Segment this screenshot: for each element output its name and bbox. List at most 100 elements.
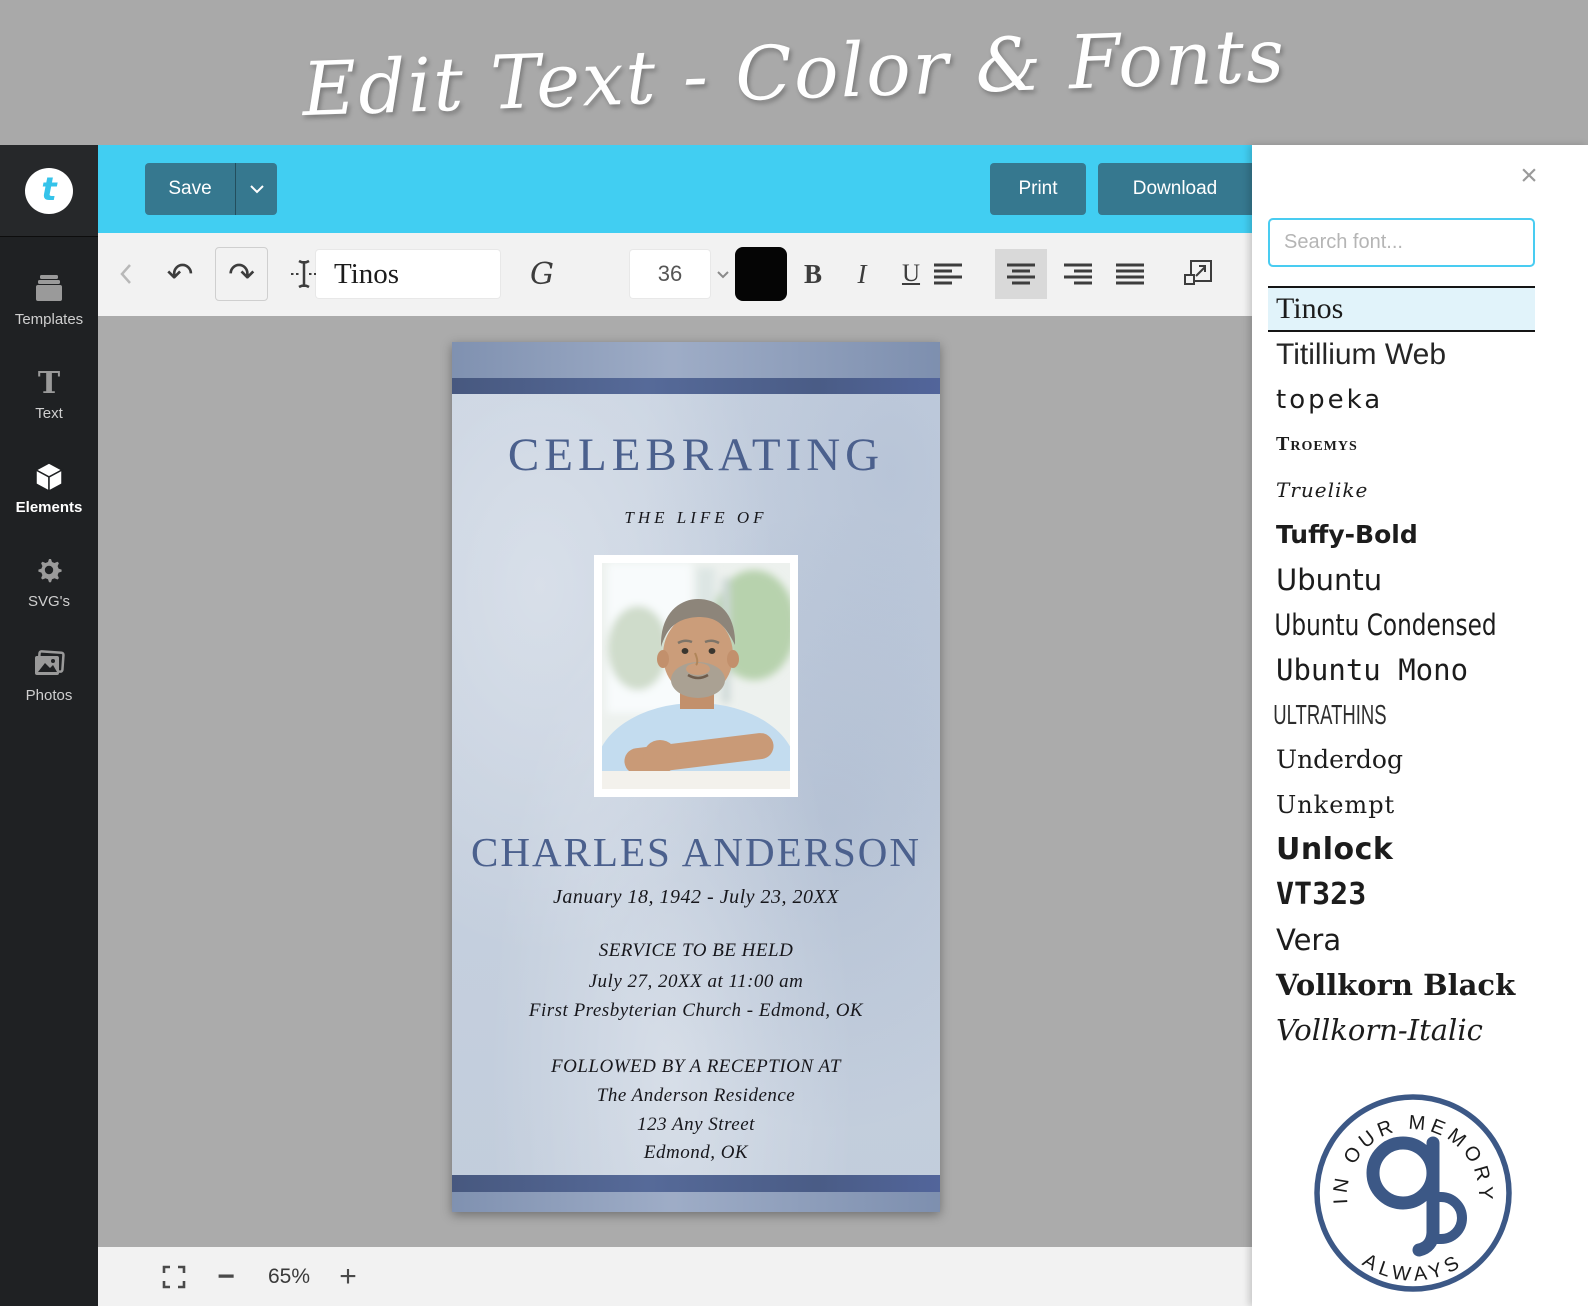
font-list-item-selected[interactable]: Tinos: [1268, 286, 1535, 332]
font-list-item[interactable]: Ubuntu Condensed: [1268, 602, 1496, 647]
main-toolbar: Save Print Download: [98, 145, 1252, 233]
font-list-item[interactable]: Vollkorn-Italic: [1268, 1007, 1535, 1052]
sidebar-item-label: Text: [35, 405, 63, 422]
text-icon: T: [37, 366, 61, 401]
sidebar-item-svgs[interactable]: SVG's: [0, 555, 98, 610]
gear-icon: [0, 555, 98, 589]
card-reception-title[interactable]: FOLLOWED BY A RECEPTION AT: [452, 1056, 940, 1078]
font-list-item[interactable]: Vera: [1268, 917, 1535, 962]
align-justify-button[interactable]: [1108, 249, 1152, 299]
font-style-glyph-icon: G: [530, 256, 554, 292]
sidebar-item-label: Templates: [14, 311, 84, 328]
chevron-down-icon: [249, 185, 264, 194]
font-size-input[interactable]: 36: [630, 250, 710, 298]
sidebar-item-text[interactable]: T Text: [0, 366, 98, 423]
font-list-item[interactable]: Truelike: [1268, 467, 1535, 512]
design-canvas[interactable]: CELEBRATING THE LIFE OF CHARLES ANDERSON…: [98, 316, 1252, 1247]
card-reception-street[interactable]: 123 Any Street: [452, 1114, 940, 1136]
font-list-item[interactable]: ULTRATHINS: [1268, 692, 1444, 737]
collapse-left-button[interactable]: [108, 250, 144, 298]
sidebar-item-photos[interactable]: Photos: [0, 649, 98, 704]
zoom-level-label: 65%: [267, 1264, 311, 1288]
photos-icon: [0, 649, 98, 683]
sidebar-item-label: Photos: [25, 687, 73, 704]
align-center-button[interactable]: [995, 249, 1047, 299]
font-family-input[interactable]: Tinos: [316, 250, 500, 298]
card-bottom-band: [452, 1192, 940, 1212]
close-icon: ×: [1520, 159, 1538, 192]
banner-title: Edit Text - Color & Fonts: [300, 12, 1288, 133]
man-portrait-illustration: [602, 563, 790, 789]
font-list-item[interactable]: Tuffy-Bold: [1268, 512, 1535, 557]
text-color-swatch[interactable]: [735, 247, 787, 301]
font-panel: × Tinos Titillium Web topeka Troemys Tru…: [1252, 145, 1588, 1306]
cube-icon: [0, 461, 98, 495]
font-list-item[interactable]: Troemys: [1268, 422, 1535, 467]
zoom-in-button[interactable]: +: [330, 1247, 366, 1306]
redo-icon: ↷: [228, 256, 255, 292]
italic-button[interactable]: I: [840, 252, 884, 296]
zoom-bar: − 65% +: [98, 1247, 1252, 1306]
save-button-group: Save: [145, 163, 277, 215]
card-top-band: [452, 342, 940, 378]
text-cursor-icon: [291, 259, 317, 289]
card-service-time[interactable]: July 27, 20XX at 11:00 am: [452, 971, 940, 993]
save-dropdown-button[interactable]: [236, 184, 277, 194]
font-list-item[interactable]: Titillium Web: [1268, 332, 1535, 377]
templates-icon: [0, 273, 98, 307]
top-banner: Edit Text - Color & Fonts: [0, 0, 1588, 145]
download-button[interactable]: Download: [1098, 163, 1252, 215]
card-reception-place[interactable]: The Anderson Residence: [452, 1085, 940, 1107]
font-list-item[interactable]: Ubuntu Mono: [1268, 647, 1535, 692]
font-list-item[interactable]: Unkempt: [1268, 782, 1535, 827]
bold-button[interactable]: B: [791, 252, 835, 296]
save-button[interactable]: Save: [145, 178, 235, 200]
card-service-title[interactable]: SERVICE TO BE HELD: [452, 940, 940, 962]
chevron-left-icon: [120, 264, 131, 284]
font-list-item[interactable]: Unlock: [1268, 827, 1535, 872]
portrait-photo[interactable]: [594, 555, 798, 797]
font-search-input[interactable]: [1268, 218, 1535, 267]
align-center-icon: [1007, 263, 1035, 285]
sidebar-item-elements[interactable]: Elements: [0, 461, 98, 516]
card-top-stripe: [452, 378, 940, 394]
zoom-out-button[interactable]: −: [208, 1247, 244, 1306]
font-list-item[interactable]: Ubuntu: [1268, 557, 1535, 602]
card-service-place[interactable]: First Presbyterian Church - Edmond, OK: [452, 1000, 940, 1022]
align-right-icon: [1064, 263, 1092, 285]
card-dates-text[interactable]: January 18, 1942 - July 23, 20XX: [452, 886, 940, 909]
app-logo-icon: t: [25, 167, 73, 214]
card-subheading-text[interactable]: THE LIFE OF: [452, 508, 940, 528]
align-left-button[interactable]: [926, 249, 970, 299]
font-list-item[interactable]: Vollkorn Black: [1268, 962, 1535, 1007]
chevron-down-icon: [717, 270, 729, 278]
app-logo[interactable]: t: [0, 145, 98, 237]
font-list-item[interactable]: Underdog: [1268, 737, 1535, 782]
formatting-toolbar: ↶ ↷ Tinos G 36 B I U: [98, 233, 1252, 316]
sidebar-item-templates[interactable]: Templates: [0, 273, 98, 328]
card-name-text[interactable]: CHARLES ANDERSON: [452, 828, 940, 876]
close-panel-button[interactable]: ×: [1514, 159, 1544, 192]
card-bottom-stripe: [452, 1175, 940, 1192]
font-list-item[interactable]: topeka: [1268, 377, 1535, 422]
memorial-card[interactable]: CELEBRATING THE LIFE OF CHARLES ANDERSON…: [452, 342, 940, 1212]
sidebar-item-label: Elements: [15, 499, 83, 516]
card-reception-city[interactable]: Edmond, OK: [452, 1142, 940, 1164]
card-heading-text[interactable]: CELEBRATING: [452, 428, 940, 482]
align-right-button[interactable]: [1056, 249, 1100, 299]
font-list: Tinos Titillium Web topeka Troemys Truel…: [1268, 286, 1535, 1052]
sidebar-item-label: SVG's: [27, 593, 71, 610]
resize-button[interactable]: [1176, 252, 1220, 296]
align-left-icon: [934, 263, 962, 285]
font-list-item[interactable]: VT323: [1268, 872, 1535, 917]
print-button[interactable]: Print: [990, 163, 1086, 215]
fullscreen-button[interactable]: [156, 1247, 192, 1306]
redo-button[interactable]: ↷: [215, 247, 268, 301]
align-justify-icon: [1116, 263, 1144, 285]
undo-button[interactable]: ↶: [156, 250, 204, 298]
memory-badge-logo: IN OUR MEMORY ALWAYS: [1311, 1091, 1515, 1295]
app-window: Edit Text - Color & Fonts t Templates T …: [0, 0, 1588, 1306]
sidebar: t Templates T Text Elements SVG's Photos: [0, 145, 98, 1306]
font-size-dropdown-button[interactable]: [710, 250, 736, 298]
undo-icon: ↶: [166, 256, 194, 292]
